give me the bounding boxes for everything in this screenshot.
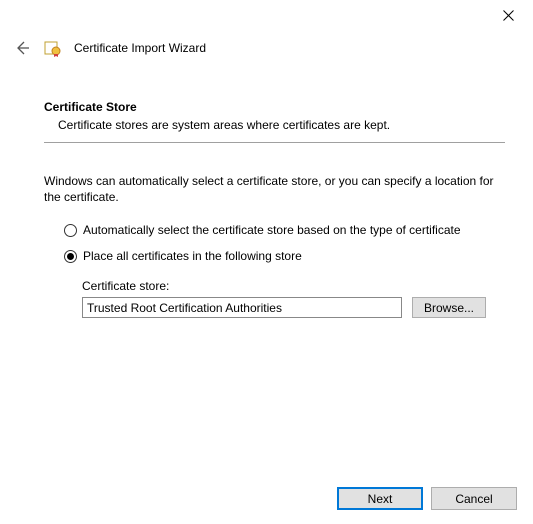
place-all-label: Place all certificates in the following …: [83, 249, 302, 263]
store-selection-group: Automatically select the certificate sto…: [64, 223, 505, 263]
radio-icon: [64, 250, 77, 263]
intro-text: Windows can automatically select a certi…: [44, 173, 505, 205]
wizard-header: Certificate Import Wizard: [12, 38, 521, 58]
auto-select-option[interactable]: Automatically select the certificate sto…: [64, 223, 505, 237]
content-area: Certificate Store Certificate stores are…: [44, 100, 505, 318]
cancel-button[interactable]: Cancel: [431, 487, 517, 510]
certificate-store-input[interactable]: [82, 297, 402, 318]
certificate-wizard-icon: [44, 39, 62, 57]
store-row: Browse...: [82, 297, 505, 318]
store-label: Certificate store:: [82, 279, 505, 293]
next-button[interactable]: Next: [337, 487, 423, 510]
footer-buttons: Next Cancel: [337, 487, 517, 510]
section-title: Certificate Store: [44, 100, 505, 114]
section-description: Certificate stores are system areas wher…: [58, 118, 505, 132]
browse-button[interactable]: Browse...: [412, 297, 486, 318]
close-icon: [503, 10, 514, 21]
store-block: Certificate store: Browse...: [82, 279, 505, 318]
auto-select-label: Automatically select the certificate sto…: [83, 223, 461, 237]
radio-icon: [64, 224, 77, 237]
place-all-option[interactable]: Place all certificates in the following …: [64, 249, 505, 263]
wizard-title: Certificate Import Wizard: [74, 41, 206, 55]
back-button[interactable]: [12, 38, 32, 58]
divider: [44, 142, 505, 143]
back-arrow-icon: [14, 40, 30, 56]
close-button[interactable]: [501, 8, 515, 22]
